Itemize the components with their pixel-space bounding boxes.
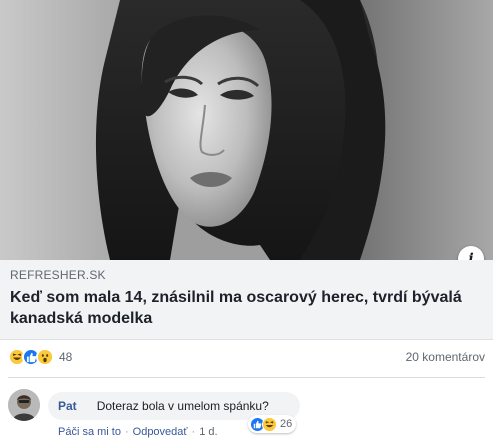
comment-reaction-count: 26 — [280, 418, 293, 430]
reaction-count: 48 — [59, 350, 73, 364]
comment-author[interactable]: Pat — [58, 399, 77, 413]
comment-reactions[interactable]: 26 — [248, 415, 297, 433]
reaction-summary[interactable]: 48 — [8, 348, 72, 366]
portrait-image — [0, 0, 493, 260]
comment-actions: Páči sa mi to · Odpovedať · 1 d. — [58, 426, 218, 438]
reply-comment-link[interactable]: Odpovedať — [133, 426, 188, 438]
article-photo[interactable] — [0, 0, 493, 260]
wow-reaction-icon — [36, 348, 54, 366]
link-preview-card[interactable]: REFRESHER.SK Keď som mala 14, znásilnil … — [0, 260, 493, 340]
comment-timestamp[interactable]: 1 d. — [199, 426, 217, 438]
separator-dot: · — [124, 426, 129, 438]
haha-reaction-icon — [262, 416, 277, 432]
comment-count-link[interactable]: 20 komentárov — [406, 350, 485, 364]
comment-text: Doteraz bola v umelom spánku? — [96, 399, 269, 413]
link-source: REFRESHER.SK — [10, 268, 106, 282]
like-comment-link[interactable]: Páči sa mi to — [58, 426, 121, 438]
separator-dot: · — [191, 426, 196, 438]
reactions-summary-bar: 48 20 komentárov — [0, 340, 493, 374]
divider — [8, 377, 485, 378]
link-headline[interactable]: Keď som mala 14, znásilnil ma oscarový h… — [10, 287, 480, 329]
avatar[interactable] — [8, 389, 40, 421]
